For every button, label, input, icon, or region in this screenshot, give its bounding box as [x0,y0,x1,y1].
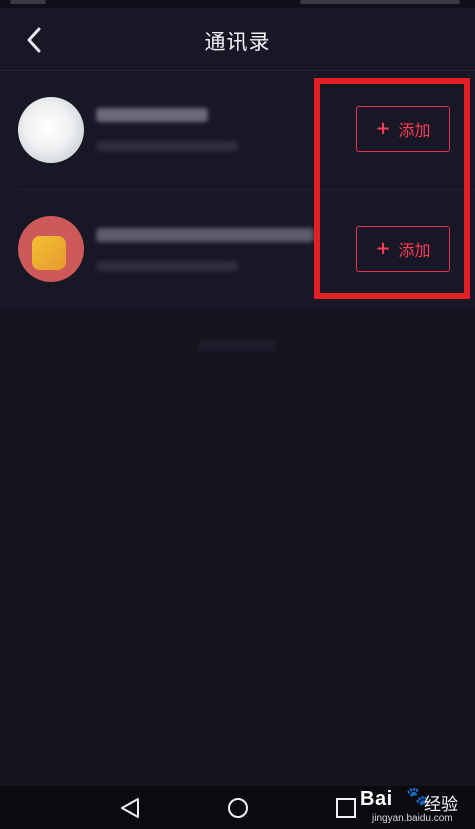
watermark-brand: Bai [360,788,393,810]
avatar [18,97,84,163]
circle-home-icon [228,798,248,818]
faint-background-text [198,340,276,352]
baidu-jingyan-watermark: Bai 🐾 经验 jingyan.baidu.com [360,786,470,829]
contact-name-blurred [96,108,208,122]
nav-back-button[interactable] [118,796,142,824]
status-icons-blur [300,0,460,4]
contact-name-blurred [96,228,314,242]
page-title: 通讯录 [204,30,271,54]
triangle-back-icon [121,798,139,818]
top-bar: 通讯录 [0,8,475,71]
nav-home-button[interactable] [226,796,250,824]
avatar [18,216,84,282]
nav-recent-button[interactable] [334,796,358,824]
square-recent-icon [336,798,356,818]
contact-sub-blurred [96,261,238,271]
status-text-blur [10,0,46,4]
watermark-url: jingyan.baidu.com [372,813,453,824]
watermark-suffix: 经验 [424,795,458,814]
status-bar [0,0,475,8]
contact-sub-blurred [96,141,238,151]
highlight-box [314,78,470,299]
